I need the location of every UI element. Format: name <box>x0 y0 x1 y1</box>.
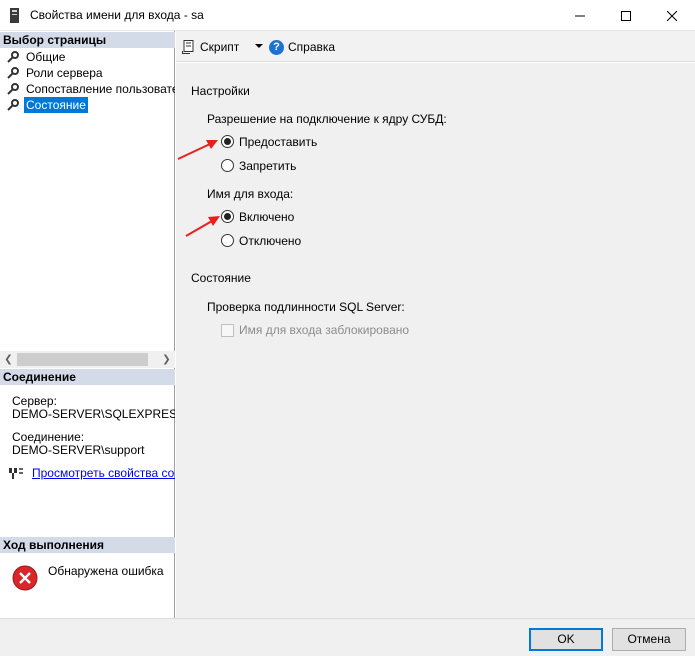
nav-item-label: Роли сервера <box>26 66 103 80</box>
window-title: Свойства имени для входа - sa <box>30 8 204 22</box>
annotation-arrow-icon <box>177 140 218 160</box>
scroll-thumb[interactable] <box>17 353 148 366</box>
auth-label: Проверка подлинности SQL Server: <box>207 300 405 314</box>
minimize-icon <box>575 15 585 16</box>
view-connection-properties-link[interactable]: Просмотреть свойства соединения <box>32 466 175 480</box>
help-button[interactable]: ? Справка <box>269 39 335 55</box>
error-icon <box>12 565 38 591</box>
progress-header: Ход выполнения <box>0 537 175 553</box>
permission-label: Разрешение на подключение к ядру СУБД: <box>207 112 447 126</box>
login-disabled-label[interactable]: Отключено <box>239 234 301 248</box>
left-panel: Выбор страницы Общие Роли сервера Сопост… <box>0 31 175 618</box>
view-properties-row: Просмотреть свойства соединения <box>9 465 175 481</box>
connection-header: Соединение <box>0 369 175 385</box>
scroll-left-icon[interactable]: ❮ <box>0 351 17 368</box>
minimize-button[interactable] <box>557 0 603 31</box>
maximize-button[interactable] <box>603 0 649 31</box>
permission-deny-radio[interactable] <box>221 159 234 172</box>
progress-status: Обнаружена ошибка <box>48 564 164 578</box>
script-button[interactable]: Скрипт <box>182 39 239 55</box>
script-icon <box>182 40 194 54</box>
status-page: Настройки Разрешение на подключение к яд… <box>176 63 695 618</box>
script-dropdown-icon[interactable] <box>255 44 263 48</box>
cancel-button[interactable]: Отмена <box>612 628 686 651</box>
connection-properties-icon <box>9 468 23 479</box>
server-app-icon <box>10 8 19 23</box>
annotation-arrow-icon <box>185 216 220 237</box>
pages-header: Выбор страницы <box>0 32 175 48</box>
help-icon: ? <box>269 39 284 55</box>
nav-item-user-mapping[interactable]: Сопоставление пользователей <box>0 81 175 97</box>
login-label: Имя для входа: <box>207 187 294 201</box>
wrench-icon <box>7 51 19 63</box>
login-locked-checkbox[interactable] <box>221 324 234 337</box>
nav-item-label: Сопоставление пользователей <box>26 82 175 96</box>
maximize-icon <box>621 10 631 21</box>
server-info: Сервер: DEMO-SERVER\SQLEXPRESS2019 <box>12 395 175 421</box>
server-value: DEMO-SERVER\SQLEXPRESS2019 <box>12 407 175 421</box>
nav-item-label: Состояние <box>24 97 88 113</box>
wrench-icon <box>7 99 19 111</box>
permission-grant-label[interactable]: Предоставить <box>239 135 317 149</box>
nav-item-general[interactable]: Общие <box>0 49 175 65</box>
toolbar: Скрипт ? Справка <box>176 31 695 62</box>
connection-value: DEMO-SERVER\support <box>12 443 145 457</box>
nav-item-server-roles[interactable]: Роли сервера <box>0 65 175 81</box>
permission-deny-label[interactable]: Запретить <box>239 159 296 173</box>
title-bar: Свойства имени для входа - sa <box>0 0 695 31</box>
login-enabled-label[interactable]: Включено <box>239 210 294 224</box>
nav-item-label: Общие <box>26 50 66 64</box>
nav-item-status[interactable]: Состояние <box>0 97 175 113</box>
status-title: Состояние <box>191 271 251 285</box>
settings-title: Настройки <box>191 84 250 98</box>
help-label: Справка <box>288 40 336 54</box>
ok-button[interactable]: OK <box>529 628 603 651</box>
wrench-icon <box>7 83 19 95</box>
dialog-footer: OK Отмена <box>0 618 695 656</box>
wrench-icon <box>7 67 19 79</box>
scroll-right-icon[interactable]: ❯ <box>158 351 175 368</box>
script-label: Скрипт <box>200 40 240 54</box>
connection-info: Соединение: DEMO-SERVER\support <box>12 431 175 457</box>
close-button[interactable] <box>649 0 695 31</box>
close-icon <box>667 10 677 21</box>
horizontal-scrollbar[interactable]: ❮ ❯ <box>0 351 175 368</box>
login-locked-label: Имя для входа заблокировано <box>239 323 410 337</box>
page-list: Общие Роли сервера Сопоставление пользов… <box>0 49 175 113</box>
permission-grant-radio[interactable] <box>221 135 234 148</box>
